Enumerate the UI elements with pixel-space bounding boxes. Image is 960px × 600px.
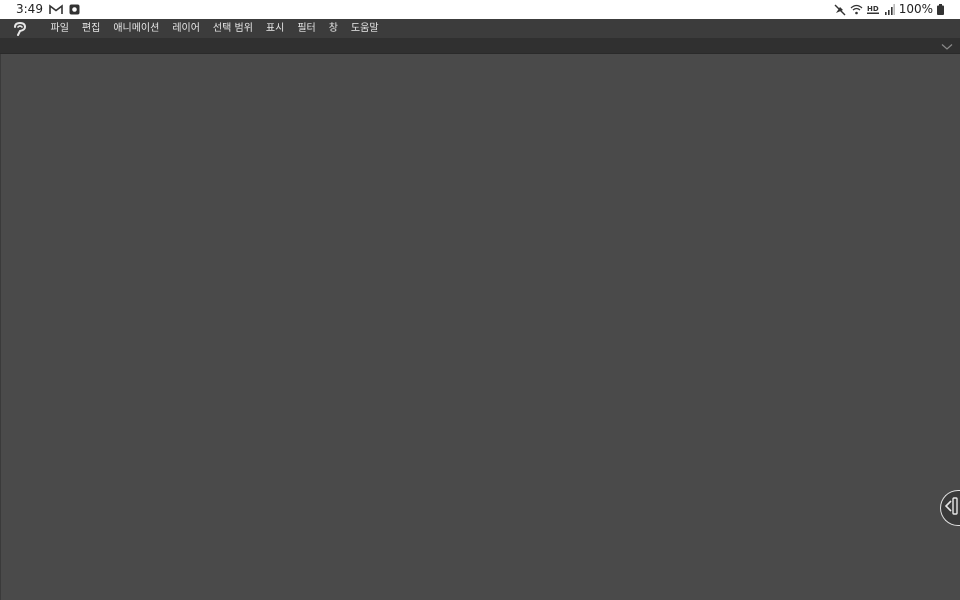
status-time: 3:49	[16, 2, 43, 16]
signal-icon	[884, 4, 895, 15]
menu-file[interactable]: 파일	[44, 19, 75, 38]
menu-window[interactable]: 창	[322, 19, 344, 38]
menu-edit[interactable]: 편집	[75, 19, 106, 38]
wifi-icon	[850, 4, 863, 15]
menu-filter[interactable]: 필터	[291, 19, 322, 38]
mute-icon	[834, 4, 846, 16]
menu-selection[interactable]: 선택 범위	[206, 19, 259, 38]
hd-voice-icon: HD	[866, 4, 881, 15]
status-right: HD 100%	[834, 0, 944, 19]
workspace-area[interactable]	[0, 54, 960, 600]
status-left: 3:49	[16, 0, 80, 19]
menu-view[interactable]: 표시	[259, 19, 290, 38]
clip-studio-logo-icon[interactable]	[10, 19, 30, 38]
command-bar-toggle-button[interactable]	[940, 39, 954, 51]
app-notification-icon	[69, 4, 80, 15]
battery-percent: 100%	[898, 2, 933, 16]
chevron-down-icon	[941, 36, 953, 55]
menu-layer[interactable]: 레이어	[166, 19, 207, 38]
side-panel-handle[interactable]	[940, 490, 960, 526]
menu-help[interactable]: 도움말	[344, 19, 385, 38]
svg-text:HD: HD	[867, 5, 879, 13]
gmail-icon	[49, 4, 63, 15]
menu-animation[interactable]: 애니메이션	[107, 19, 166, 38]
chevron-left-icon	[944, 496, 958, 520]
command-bar	[0, 38, 960, 54]
menu-bar: 파일 편집 애니메이션 레이어 선택 범위 표시 필터 창 도움말	[0, 19, 960, 38]
battery-icon	[937, 4, 944, 15]
status-bar: 3:49 HD 100%	[0, 0, 960, 19]
